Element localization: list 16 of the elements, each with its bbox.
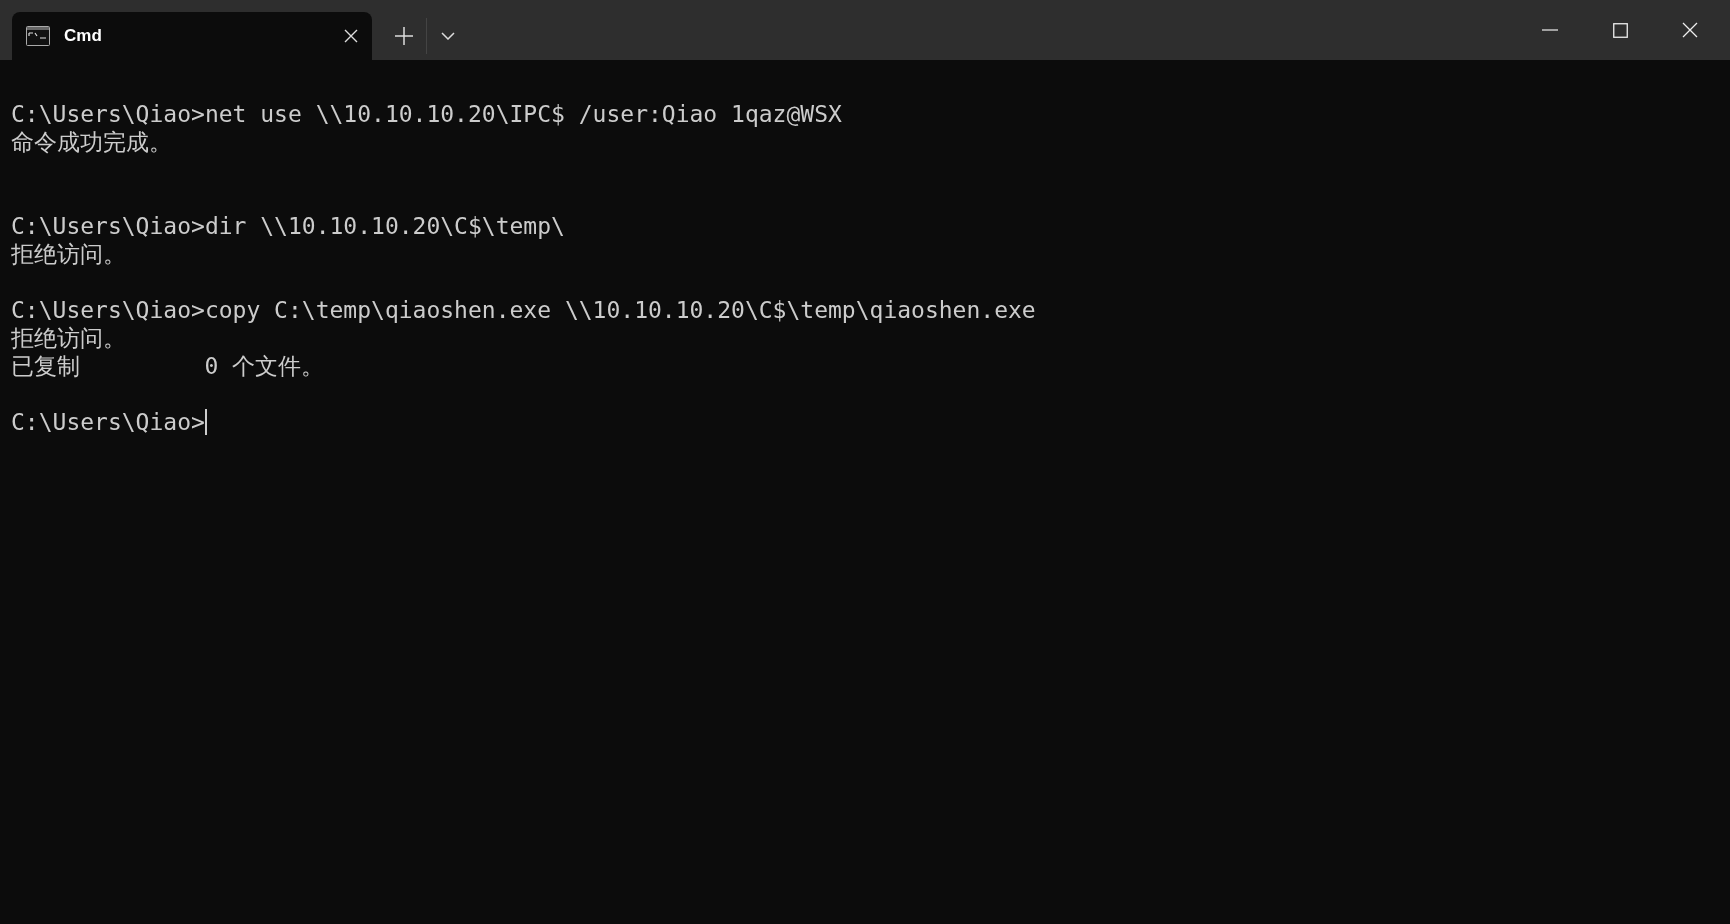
command-line: C:\Users\Qiao> <box>11 408 205 436</box>
output-line: 拒绝访问。 <box>11 324 126 352</box>
tab-title: Cmd <box>64 25 103 48</box>
output-line: 命令成功完成。 <box>11 128 172 156</box>
command-line: C:\Users\Qiao>dir \\10.10.10.20\C$\temp\ <box>11 212 565 240</box>
maximize-icon[interactable] <box>1612 22 1628 38</box>
tab[interactable]: Cmd <box>12 12 372 60</box>
output-line: 已复制 0 个文件。 <box>11 352 325 380</box>
close-icon[interactable] <box>344 29 358 43</box>
output-line: 拒绝访问。 <box>11 240 126 268</box>
command-line: C:\Users\Qiao>copy C:\temp\qiaoshen.exe \\10.10.10.20\C$\temp\qiaoshen.exe <box>11 296 1036 324</box>
terminal-icon <box>26 26 50 46</box>
command-line: C:\Users\Qiao>net use \\10.10.10.20\IPC$ /user:Qiao 1qaz@WSX <box>11 100 842 128</box>
chevron-down-icon[interactable] <box>441 32 455 40</box>
close-icon[interactable] <box>1682 22 1698 38</box>
plus-icon[interactable] <box>394 26 414 46</box>
